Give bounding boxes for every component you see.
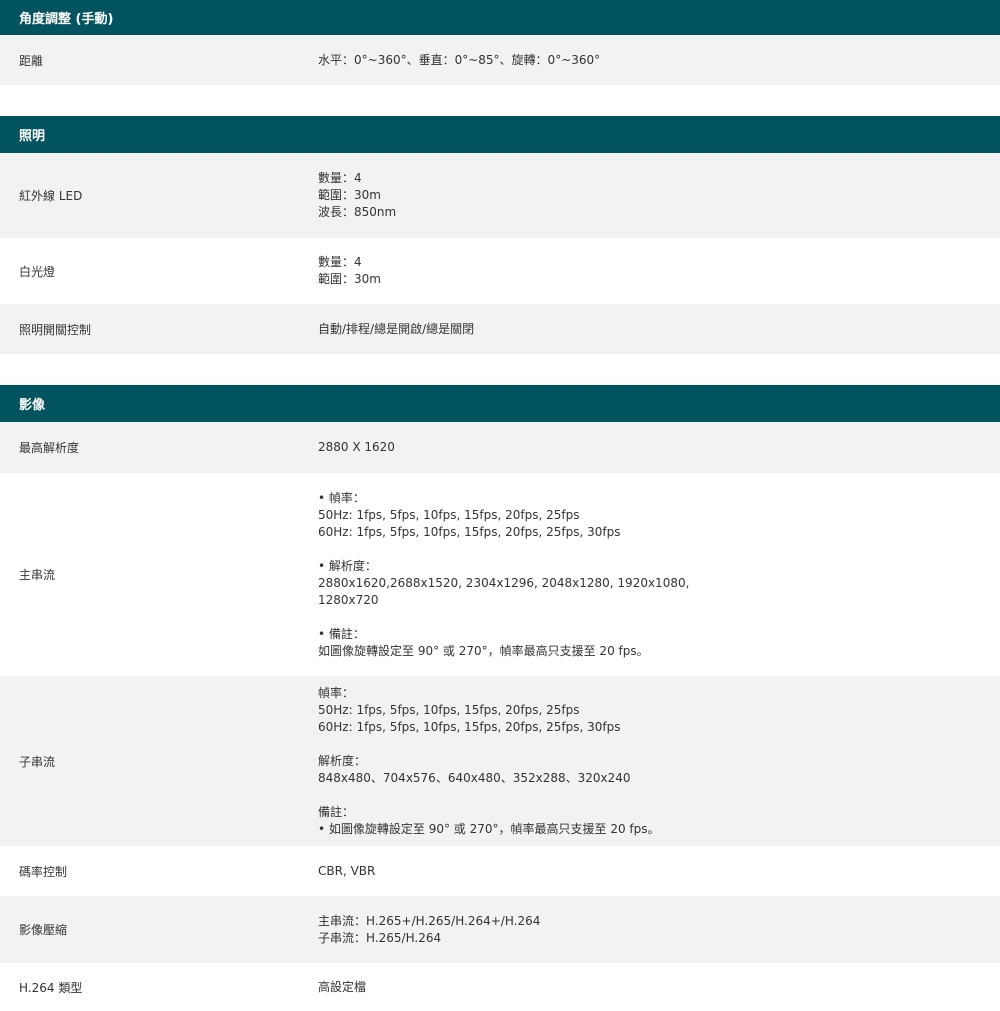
spec-value-line: • 如圖像旋轉設定至 90° 或 270°，幀率最高只支援至 20 fps。	[318, 821, 660, 836]
spec-label: 白光燈	[19, 264, 56, 279]
spec-value-line: 高設定檔	[318, 979, 367, 994]
spec-value-line	[318, 541, 1000, 558]
spec-label: 最高解析度	[19, 441, 80, 455]
section-header-angle: 角度調整 (手動)	[0, 0, 1000, 35]
spec-value-line: 2880 X 1620	[318, 440, 395, 454]
spec-value-line: 數量：4	[318, 255, 362, 269]
spec-value-line: 如圖像旋轉設定至 90° 或 270°，幀率最高只支援至 20 fps。	[318, 643, 649, 658]
spec-row: 子串流 幀率： 50Hz: 1fps, 5fps, 10fps, 15fps, …	[0, 676, 1000, 846]
spec-row: H.264 類型 高設定檔	[0, 963, 1000, 1011]
spec-value-line: 50Hz: 1fps, 5fps, 10fps, 15fps, 20fps, 2…	[318, 702, 580, 717]
section-title: 影像	[19, 398, 46, 413]
spec-value-line: 備註：	[318, 804, 355, 819]
spec-value-line: 水平：0°~360°、垂直：0°~85°、旋轉：0°~360°	[318, 52, 601, 67]
spec-value-line: 子串流：H.265/H.264	[318, 930, 442, 945]
section-title: 照明	[19, 129, 46, 144]
spec-value-line	[318, 787, 1000, 804]
spec-value-line: 1280x720	[318, 592, 379, 607]
spec-row: 照明開關控制 自動/排程/總是開啟/總是關閉	[0, 304, 1000, 354]
spec-row: 碼率控制 CBR, VBR	[0, 846, 1000, 896]
spec-row: 最高解析度 2880 X 1620	[0, 422, 1000, 473]
spec-value-line: 幀率：	[318, 685, 355, 700]
spec-value: 水平：0°~360°、垂直：0°~85°、旋轉：0°~360°	[298, 35, 1000, 85]
spec-value: • 幀率： 50Hz: 1fps, 5fps, 10fps, 15fps, 20…	[298, 473, 1000, 676]
section-title: 角度調整 (手動)	[19, 12, 114, 27]
spec-label: 距離	[19, 53, 44, 68]
section-gap	[0, 85, 1000, 116]
section-gap	[0, 354, 1000, 385]
spec-row: 白光燈 數量：4 範圍：30m	[0, 238, 1000, 304]
spec-value-line: 主串流：H.265+/H.265/H.264+/H.264	[318, 913, 541, 928]
spec-label: H.264 類型	[19, 980, 83, 995]
spec-value: 幀率： 50Hz: 1fps, 5fps, 10fps, 15fps, 20fp…	[298, 676, 1000, 846]
section-header-video: 影像	[0, 385, 1000, 422]
spec-label: 子串流	[19, 754, 56, 769]
section-header-lighting: 照明	[0, 116, 1000, 153]
spec-value-line: 848x480、704x576、640x480、352x288、320x240	[318, 770, 631, 785]
spec-value-line	[318, 609, 1000, 626]
spec-value: CBR, VBR	[298, 846, 1000, 896]
spec-row: 距離 水平：0°~360°、垂直：0°~85°、旋轉：0°~360°	[0, 35, 1000, 85]
spec-value-line: • 解析度：	[318, 558, 377, 573]
spec-label: 照明開關控制	[19, 322, 92, 337]
spec-row: 紅外線 LED 數量：4 範圍：30m 波長：850nm	[0, 153, 1000, 238]
spec-value-line: 範圍：30m	[318, 272, 381, 286]
spec-value-line: 範圍：30m	[318, 188, 381, 202]
spec-value-line	[318, 736, 1000, 753]
spec-value: 自動/排程/總是開啟/總是關閉	[298, 304, 1000, 354]
spec-value-line: CBR, VBR	[318, 863, 376, 878]
spec-value: 高設定檔	[298, 963, 1000, 1011]
spec-value: 數量：4 範圍：30m	[298, 238, 1000, 304]
spec-value-line: 50Hz: 1fps, 5fps, 10fps, 15fps, 20fps, 2…	[318, 507, 580, 522]
spec-row: 主串流 • 幀率： 50Hz: 1fps, 5fps, 10fps, 15fps…	[0, 473, 1000, 676]
spec-value-line: 60Hz: 1fps, 5fps, 10fps, 15fps, 20fps, 2…	[318, 719, 621, 734]
spec-value-line: 波長：850nm	[318, 205, 397, 219]
spec-row: 影像壓縮 主串流：H.265+/H.265/H.264+/H.264 子串流：H…	[0, 896, 1000, 963]
spec-value-line: 自動/排程/總是開啟/總是關閉	[318, 321, 475, 336]
spec-value: 主串流：H.265+/H.265/H.264+/H.264 子串流：H.265/…	[298, 896, 1000, 963]
spec-value: 數量：4 範圍：30m 波長：850nm	[298, 153, 1000, 238]
spec-label: 主串流	[19, 568, 56, 582]
spec-label: 紅外線 LED	[19, 189, 83, 203]
spec-value-line: 數量：4	[318, 171, 362, 185]
spec-label: 影像壓縮	[19, 923, 68, 937]
spec-value: 2880 X 1620	[298, 422, 1000, 473]
spec-value-line: 解析度：	[318, 753, 367, 768]
spec-value-line: • 備註：	[318, 626, 365, 641]
spec-value-line: 2880x1620,2688x1520, 2304x1296, 2048x128…	[318, 575, 690, 590]
spec-value-line: • 幀率：	[318, 490, 365, 505]
spec-value-line: 60Hz: 1fps, 5fps, 10fps, 15fps, 20fps, 2…	[318, 524, 621, 539]
spec-label: 碼率控制	[19, 864, 68, 879]
